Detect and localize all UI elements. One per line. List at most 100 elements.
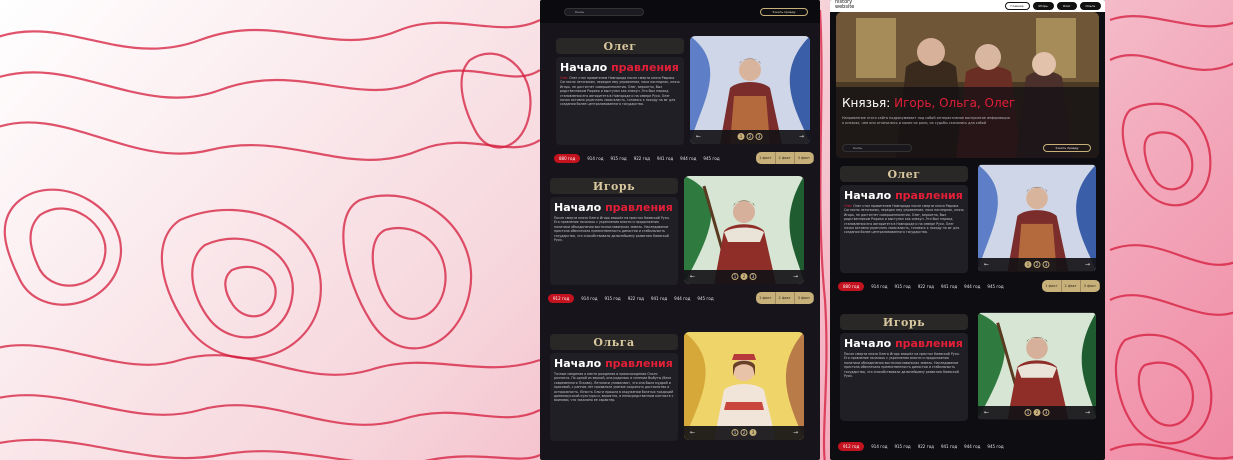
year-item[interactable]: 915 год <box>610 156 626 161</box>
year-item[interactable]: 922 год <box>918 444 934 449</box>
prince-card-oleg: Олег Начало правления Олег Олег стал пра… <box>838 164 1100 309</box>
prev-arrow-icon[interactable]: ← <box>984 409 989 416</box>
card-heading: Начало правления <box>554 357 674 370</box>
year-item[interactable]: 944 год <box>964 284 980 289</box>
dot-3[interactable]: 3 <box>1042 409 1050 416</box>
year-item[interactable]: 922 год <box>634 156 650 161</box>
carousel-controls: ← 1 2 3 → <box>978 258 1096 272</box>
year-item[interactable]: 945 год <box>697 296 713 301</box>
prev-arrow-icon[interactable]: ← <box>690 273 695 280</box>
next-arrow-icon[interactable]: → <box>799 133 804 140</box>
portrait-oleg <box>690 36 810 144</box>
nav-olga[interactable]: Ольга <box>1079 2 1101 10</box>
dot-3[interactable]: 3 <box>749 429 757 436</box>
dot-2[interactable]: 2 <box>1033 409 1041 416</box>
card-body: Точные сведения о месте рождения и проис… <box>554 372 674 403</box>
year-item[interactable]: 915 год <box>894 284 910 289</box>
body-accent: Олег <box>560 76 569 80</box>
year-item[interactable]: 941 год <box>657 156 673 161</box>
year-item[interactable]: 945 год <box>987 444 1003 449</box>
carousel-controls: ← 1 2 3 → <box>684 426 804 440</box>
year-timeline: 912 год 914 год 915 год 922 год 941 год … <box>838 440 1100 452</box>
hero-prince-select[interactable]: Князь <box>842 144 912 152</box>
prev-arrow-icon[interactable]: ← <box>696 133 701 140</box>
year-item[interactable]: 941 год <box>651 296 667 301</box>
card-name: Олег <box>603 39 637 53</box>
hero-learn-button[interactable]: Узнать правду <box>1043 144 1091 152</box>
dot-2[interactable]: 2 <box>740 273 748 280</box>
dot-3[interactable]: 3 <box>755 133 763 140</box>
next-arrow-icon[interactable]: → <box>1085 261 1090 268</box>
dot-1[interactable]: 1 <box>1024 409 1032 416</box>
fact-tab[interactable]: 3 факт <box>795 152 814 164</box>
fact-tab[interactable]: 1 факт <box>756 152 776 164</box>
dot-2[interactable]: 2 <box>740 429 748 436</box>
next-arrow-icon[interactable]: → <box>793 273 798 280</box>
carousel-dots: 1 2 3 <box>1024 409 1050 416</box>
year-item[interactable]: 915 год <box>604 296 620 301</box>
dot-2[interactable]: 2 <box>746 133 754 140</box>
year-item[interactable]: 914 год <box>871 284 887 289</box>
year-item[interactable]: 912 год <box>838 441 865 451</box>
fact-tabs: 1 факт 2 факт 3 факт <box>756 292 814 304</box>
year-item[interactable]: 914 год <box>581 296 597 301</box>
card-name-bar: Ольга <box>550 334 678 350</box>
hero-banner: Князья: Игорь, Ольга, Олег Направление э… <box>836 12 1099 158</box>
next-arrow-icon[interactable]: → <box>1085 409 1090 416</box>
year-item[interactable]: 941 год <box>941 284 957 289</box>
year-item[interactable]: 915 год <box>894 444 910 449</box>
year-item[interactable]: 914 год <box>871 444 887 449</box>
heading-red: правления <box>895 337 963 350</box>
prev-arrow-icon[interactable]: ← <box>690 429 695 436</box>
dot-2[interactable]: 2 <box>1033 261 1041 268</box>
site-logo[interactable]: history website <box>835 0 854 10</box>
year-item[interactable]: 945 год <box>987 284 1003 289</box>
fact-tab[interactable]: 2 факт <box>1062 280 1081 292</box>
fact-tab[interactable]: 3 факт <box>1081 280 1100 292</box>
prince-card-igor: Игорь Начало правления После смерти княз… <box>838 312 1098 457</box>
card-text-box: Начало правления После смерти князя Олег… <box>550 197 678 285</box>
year-timeline: 880 год 914 год 915 год 922 год 941 год … <box>838 280 1100 292</box>
learn-truth-button[interactable]: Узнать правду <box>760 8 808 16</box>
year-item[interactable]: 944 год <box>964 444 980 449</box>
fact-tab[interactable]: 1 факт <box>1042 280 1062 292</box>
next-arrow-icon[interactable]: → <box>793 429 798 436</box>
year-item[interactable]: 880 год <box>838 281 865 291</box>
year-item[interactable]: 944 год <box>680 156 696 161</box>
nav-home[interactable]: Главная <box>1004 2 1030 10</box>
dot-1[interactable]: 1 <box>731 429 739 436</box>
fact-tab[interactable]: 3 факт <box>795 292 814 304</box>
site-preview-right: history website Главная Игорь Олег Ольга… <box>830 0 1105 460</box>
year-item[interactable]: 912 год <box>548 293 575 303</box>
dot-1[interactable]: 1 <box>737 133 745 140</box>
dot-1[interactable]: 1 <box>731 273 739 280</box>
fact-tabs: 1 факт 2 факт 3 факт <box>756 152 814 164</box>
fact-tab[interactable]: 2 факт <box>776 152 795 164</box>
nav-igor[interactable]: Игорь <box>1032 2 1054 10</box>
year-item[interactable]: 941 год <box>941 444 957 449</box>
year-item[interactable]: 922 год <box>918 284 934 289</box>
dot-3[interactable]: 3 <box>749 273 757 280</box>
heading-white: Начало <box>844 337 892 350</box>
fact-tabs: 1 факт 2 факт 3 факт <box>1042 280 1100 292</box>
card-name: Олег <box>887 167 921 181</box>
prev-arrow-icon[interactable]: ← <box>984 261 989 268</box>
year-item[interactable]: 914 год <box>587 156 603 161</box>
dot-3[interactable]: 3 <box>1042 261 1050 268</box>
year-item[interactable]: 922 год <box>628 296 644 301</box>
dot-1[interactable]: 1 <box>1024 261 1032 268</box>
prince-card-oleg: Олег Начало правления Олег Олег стал пра… <box>554 36 814 181</box>
heading-red: правления <box>895 189 963 202</box>
nav-oleg[interactable]: Олег <box>1056 2 1077 10</box>
carousel-dots: 1 2 3 <box>731 273 757 280</box>
card-heading: Начало правления <box>560 61 680 74</box>
hero-title: Князья: Игорь, Ольга, Олег <box>842 96 1015 110</box>
prince-select[interactable]: Князь <box>564 8 644 16</box>
year-item[interactable]: 944 год <box>674 296 690 301</box>
year-item[interactable]: 945 год <box>703 156 719 161</box>
fact-tab[interactable]: 2 факт <box>776 292 795 304</box>
card-body: После смерти князя Олега Игорь взошёл на… <box>554 216 670 243</box>
year-item[interactable]: 880 год <box>554 153 581 163</box>
heading-white: Начало <box>554 201 602 214</box>
fact-tab[interactable]: 1 факт <box>756 292 776 304</box>
